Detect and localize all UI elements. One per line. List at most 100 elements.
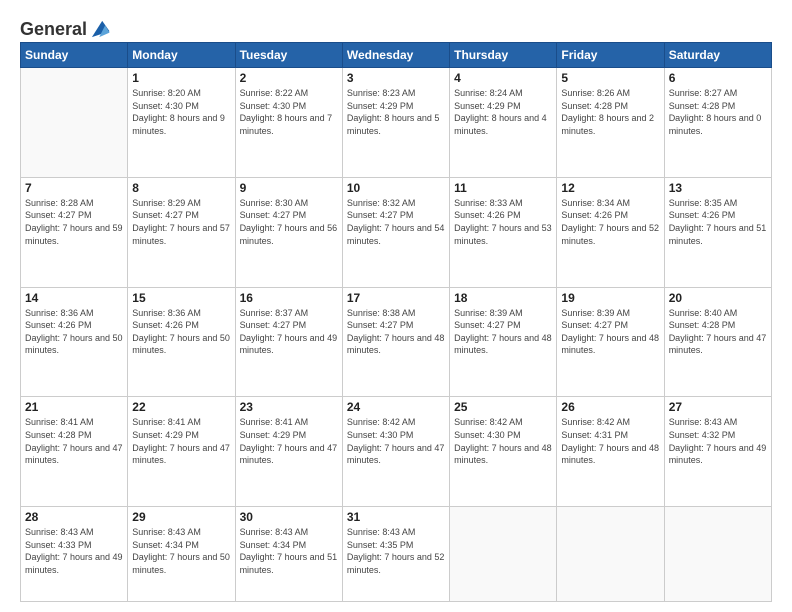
weekday-header: Thursday: [450, 43, 557, 68]
day-number: 27: [669, 400, 767, 414]
weekday-header: Monday: [128, 43, 235, 68]
calendar-cell: 9 Sunrise: 8:30 AMSunset: 4:27 PMDaylight…: [235, 177, 342, 287]
day-number: 28: [25, 510, 123, 524]
calendar-week-row: 7Sunrise: 8:28 AMSunset: 4:27 PMDaylight…: [21, 177, 772, 287]
day-info: Sunrise: 8:32 AMSunset: 4:27 PMDaylight:…: [347, 197, 445, 247]
day-number: 13: [669, 181, 767, 195]
weekday-header: Tuesday: [235, 43, 342, 68]
calendar-cell: 30 Sunrise: 8:43 AMSunset: 4:34 PMDayligh…: [235, 507, 342, 602]
day-number: 17: [347, 291, 445, 305]
day-info: Sunrise: 8:35 AMSunset: 4:26 PMDaylight:…: [669, 197, 767, 247]
calendar-cell: 1 Sunrise: 8:20 AMSunset: 4:30 PMDaylight…: [128, 68, 235, 178]
calendar-cell: 7Sunrise: 8:28 AMSunset: 4:27 PMDaylight…: [21, 177, 128, 287]
logo-icon: [89, 18, 111, 40]
day-info: Sunrise: 8:41 AMSunset: 4:28 PMDaylight:…: [25, 416, 123, 466]
day-info: Sunrise: 8:38 AMSunset: 4:27 PMDaylight:…: [347, 307, 445, 357]
day-info: Sunrise: 8:34 AMSunset: 4:26 PMDaylight:…: [561, 197, 659, 247]
calendar-cell: 31 Sunrise: 8:43 AMSunset: 4:35 PMDayligh…: [342, 507, 449, 602]
day-info: Sunrise: 8:36 AMSunset: 4:26 PMDaylight:…: [132, 307, 230, 357]
logo: General: [20, 18, 111, 36]
calendar-cell: 19Sunrise: 8:39 AMSunset: 4:27 PMDayligh…: [557, 287, 664, 397]
calendar-cell: [450, 507, 557, 602]
calendar-cell: 22 Sunrise: 8:41 AMSunset: 4:29 PMDayligh…: [128, 397, 235, 507]
calendar-cell: [664, 507, 771, 602]
day-info: Sunrise: 8:20 AMSunset: 4:30 PMDaylight:…: [132, 87, 230, 137]
day-info: Sunrise: 8:39 AMSunset: 4:27 PMDaylight:…: [454, 307, 552, 357]
day-number: 4: [454, 71, 552, 85]
day-number: 6: [669, 71, 767, 85]
day-number: 12: [561, 181, 659, 195]
calendar-cell: 17 Sunrise: 8:38 AMSunset: 4:27 PMDayligh…: [342, 287, 449, 397]
weekday-header: Wednesday: [342, 43, 449, 68]
calendar-week-row: 21 Sunrise: 8:41 AMSunset: 4:28 PMDayligh…: [21, 397, 772, 507]
calendar-cell: 18 Sunrise: 8:39 AMSunset: 4:27 PMDayligh…: [450, 287, 557, 397]
day-info: Sunrise: 8:40 AMSunset: 4:28 PMDaylight:…: [669, 307, 767, 357]
day-number: 7: [25, 181, 123, 195]
day-number: 18: [454, 291, 552, 305]
day-info: Sunrise: 8:36 AMSunset: 4:26 PMDaylight:…: [25, 307, 123, 357]
day-number: 22: [132, 400, 230, 414]
day-number: 2: [240, 71, 338, 85]
day-number: 8: [132, 181, 230, 195]
day-info: Sunrise: 8:41 AMSunset: 4:29 PMDaylight:…: [240, 416, 338, 466]
calendar-week-row: 1 Sunrise: 8:20 AMSunset: 4:30 PMDaylight…: [21, 68, 772, 178]
weekday-header: Friday: [557, 43, 664, 68]
day-number: 15: [132, 291, 230, 305]
day-number: 20: [669, 291, 767, 305]
day-number: 3: [347, 71, 445, 85]
day-number: 5: [561, 71, 659, 85]
calendar-cell: 8 Sunrise: 8:29 AMSunset: 4:27 PMDaylight…: [128, 177, 235, 287]
day-info: Sunrise: 8:37 AMSunset: 4:27 PMDaylight:…: [240, 307, 338, 357]
day-info: Sunrise: 8:41 AMSunset: 4:29 PMDaylight:…: [132, 416, 230, 466]
day-number: 31: [347, 510, 445, 524]
day-info: Sunrise: 8:33 AMSunset: 4:26 PMDaylight:…: [454, 197, 552, 247]
calendar-cell: 2 Sunrise: 8:22 AMSunset: 4:30 PMDaylight…: [235, 68, 342, 178]
day-number: 29: [132, 510, 230, 524]
calendar-cell: 28Sunrise: 8:43 AMSunset: 4:33 PMDayligh…: [21, 507, 128, 602]
day-number: 26: [561, 400, 659, 414]
calendar-cell: 11 Sunrise: 8:33 AMSunset: 4:26 PMDayligh…: [450, 177, 557, 287]
day-info: Sunrise: 8:43 AMSunset: 4:34 PMDaylight:…: [132, 526, 230, 576]
calendar-cell: 23 Sunrise: 8:41 AMSunset: 4:29 PMDayligh…: [235, 397, 342, 507]
day-number: 21: [25, 400, 123, 414]
calendar-cell: 29 Sunrise: 8:43 AMSunset: 4:34 PMDayligh…: [128, 507, 235, 602]
calendar-week-row: 14 Sunrise: 8:36 AMSunset: 4:26 PMDayligh…: [21, 287, 772, 397]
weekday-header: Saturday: [664, 43, 771, 68]
day-info: Sunrise: 8:29 AMSunset: 4:27 PMDaylight:…: [132, 197, 230, 247]
day-info: Sunrise: 8:43 AMSunset: 4:35 PMDaylight:…: [347, 526, 445, 576]
calendar-cell: 24 Sunrise: 8:42 AMSunset: 4:30 PMDayligh…: [342, 397, 449, 507]
calendar-cell: [21, 68, 128, 178]
calendar-table: SundayMondayTuesdayWednesdayThursdayFrid…: [20, 42, 772, 602]
day-info: Sunrise: 8:30 AMSunset: 4:27 PMDaylight:…: [240, 197, 338, 247]
calendar-cell: 20 Sunrise: 8:40 AMSunset: 4:28 PMDayligh…: [664, 287, 771, 397]
day-number: 24: [347, 400, 445, 414]
day-info: Sunrise: 8:26 AMSunset: 4:28 PMDaylight:…: [561, 87, 659, 137]
day-info: Sunrise: 8:42 AMSunset: 4:30 PMDaylight:…: [347, 416, 445, 466]
day-number: 1: [132, 71, 230, 85]
day-info: Sunrise: 8:24 AMSunset: 4:29 PMDaylight:…: [454, 87, 552, 137]
calendar-cell: 12 Sunrise: 8:34 AMSunset: 4:26 PMDayligh…: [557, 177, 664, 287]
page: General SundayMondayTuesdayWednesdayThur…: [0, 0, 792, 612]
calendar-cell: 6 Sunrise: 8:27 AMSunset: 4:28 PMDaylight…: [664, 68, 771, 178]
day-number: 30: [240, 510, 338, 524]
day-info: Sunrise: 8:43 AMSunset: 4:34 PMDaylight:…: [240, 526, 338, 576]
day-info: Sunrise: 8:43 AMSunset: 4:32 PMDaylight:…: [669, 416, 767, 466]
day-number: 14: [25, 291, 123, 305]
day-info: Sunrise: 8:42 AMSunset: 4:31 PMDaylight:…: [561, 416, 659, 466]
day-info: Sunrise: 8:22 AMSunset: 4:30 PMDaylight:…: [240, 87, 338, 137]
calendar-cell: 15 Sunrise: 8:36 AMSunset: 4:26 PMDayligh…: [128, 287, 235, 397]
calendar-cell: 13 Sunrise: 8:35 AMSunset: 4:26 PMDayligh…: [664, 177, 771, 287]
day-info: Sunrise: 8:27 AMSunset: 4:28 PMDaylight:…: [669, 87, 767, 137]
calendar-cell: 27 Sunrise: 8:43 AMSunset: 4:32 PMDayligh…: [664, 397, 771, 507]
day-number: 23: [240, 400, 338, 414]
calendar-cell: 26 Sunrise: 8:42 AMSunset: 4:31 PMDayligh…: [557, 397, 664, 507]
calendar-cell: 4 Sunrise: 8:24 AMSunset: 4:29 PMDaylight…: [450, 68, 557, 178]
day-info: Sunrise: 8:23 AMSunset: 4:29 PMDaylight:…: [347, 87, 445, 137]
day-number: 11: [454, 181, 552, 195]
day-number: 9: [240, 181, 338, 195]
day-info: Sunrise: 8:39 AMSunset: 4:27 PMDaylight:…: [561, 307, 659, 357]
calendar-header-row: SundayMondayTuesdayWednesdayThursdayFrid…: [21, 43, 772, 68]
calendar-cell: 14 Sunrise: 8:36 AMSunset: 4:26 PMDayligh…: [21, 287, 128, 397]
header: General: [20, 18, 772, 36]
day-number: 16: [240, 291, 338, 305]
